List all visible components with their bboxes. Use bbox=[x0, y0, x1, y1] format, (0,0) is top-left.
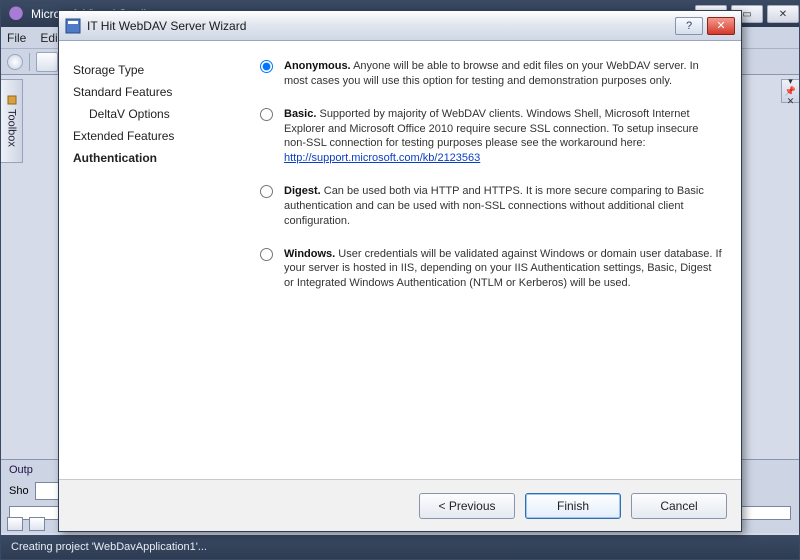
option-anonymous-name: Anonymous. bbox=[284, 60, 351, 72]
show-output-label: Sho bbox=[9, 485, 29, 497]
option-anonymous[interactable]: Anonymous. Anyone will be able to browse… bbox=[255, 59, 723, 89]
wizard-close-button[interactable]: ✕ bbox=[707, 17, 735, 35]
right-autohide-tab[interactable]: ▾ 📌 ✕ bbox=[781, 79, 799, 103]
step-extended-features[interactable]: Extended Features bbox=[73, 125, 232, 147]
option-basic[interactable]: Basic. Supported by majority of WebDAV c… bbox=[255, 107, 723, 166]
step-deltav-options[interactable]: DeltaV Options bbox=[73, 103, 232, 125]
menu-file[interactable]: File bbox=[7, 31, 26, 45]
status-text: Creating project 'WebDavApplication1'... bbox=[11, 541, 207, 553]
wizard-body: Storage Type Standard Features DeltaV Op… bbox=[59, 41, 741, 479]
wizard-title: IT Hit WebDAV Server Wizard bbox=[87, 19, 675, 33]
toolbar-separator bbox=[29, 53, 30, 71]
menu-edit[interactable]: Edi bbox=[40, 31, 57, 45]
option-digest[interactable]: Digest. Can be used both via HTTP and HT… bbox=[255, 184, 723, 229]
close-icon: ✕ bbox=[787, 97, 795, 105]
option-basic-text: Basic. Supported by majority of WebDAV c… bbox=[284, 107, 723, 166]
option-basic-desc: Supported by majority of WebDAV clients.… bbox=[284, 108, 698, 150]
step-storage-type[interactable]: Storage Type bbox=[73, 59, 232, 81]
toolbox-tab[interactable]: Toolbox bbox=[1, 79, 23, 163]
toolbar-button-1[interactable] bbox=[36, 52, 58, 72]
wizard-app-icon bbox=[65, 18, 81, 34]
wizard-titlebar: IT Hit WebDAV Server Wizard ? ✕ bbox=[59, 11, 741, 41]
nav-back-icon[interactable] bbox=[7, 54, 23, 70]
vs-status-bar: Creating project 'WebDavApplication1'... bbox=[1, 535, 799, 559]
panel-icon-2[interactable] bbox=[29, 517, 45, 531]
radio-basic[interactable] bbox=[260, 108, 273, 121]
toolbox-icon bbox=[7, 95, 17, 105]
wizard-footer: < Previous Finish Cancel bbox=[59, 479, 741, 531]
panel-icon-1[interactable] bbox=[7, 517, 23, 531]
option-digest-text: Digest. Can be used both via HTTP and HT… bbox=[284, 184, 723, 229]
vs-logo-icon bbox=[7, 5, 25, 23]
option-windows-desc: User credentials will be validated again… bbox=[284, 248, 722, 290]
option-windows[interactable]: Windows. User credentials will be valida… bbox=[255, 247, 723, 292]
option-windows-name: Windows. bbox=[284, 248, 335, 260]
finish-button[interactable]: Finish bbox=[525, 493, 621, 519]
radio-windows[interactable] bbox=[260, 248, 273, 261]
vs-close-button[interactable]: ✕ bbox=[767, 5, 799, 23]
radio-anonymous[interactable] bbox=[260, 60, 273, 73]
cancel-button[interactable]: Cancel bbox=[631, 493, 727, 519]
radio-digest[interactable] bbox=[260, 185, 273, 198]
step-authentication[interactable]: Authentication bbox=[73, 147, 232, 169]
pin-icon: 📌 bbox=[785, 87, 796, 95]
option-digest-name: Digest. bbox=[284, 185, 321, 197]
option-basic-name: Basic. bbox=[284, 108, 316, 120]
wizard-dialog: IT Hit WebDAV Server Wizard ? ✕ Storage … bbox=[58, 10, 742, 532]
wizard-main-pane: Anonymous. Anyone will be able to browse… bbox=[243, 41, 741, 479]
wizard-help-button[interactable]: ? bbox=[675, 17, 703, 35]
drop-arrow-icon: ▾ bbox=[788, 77, 793, 85]
step-standard-features[interactable]: Standard Features bbox=[73, 81, 232, 103]
wizard-step-list: Storage Type Standard Features DeltaV Op… bbox=[59, 41, 243, 479]
toolbox-label: Toolbox bbox=[6, 109, 18, 147]
previous-button[interactable]: < Previous bbox=[419, 493, 515, 519]
option-anonymous-text: Anonymous. Anyone will be able to browse… bbox=[284, 59, 723, 89]
option-windows-text: Windows. User credentials will be valida… bbox=[284, 247, 723, 292]
option-digest-desc: Can be used both via HTTP and HTTPS. It … bbox=[284, 185, 704, 227]
option-basic-link[interactable]: http://support.microsoft.com/kb/2123563 bbox=[284, 152, 480, 164]
